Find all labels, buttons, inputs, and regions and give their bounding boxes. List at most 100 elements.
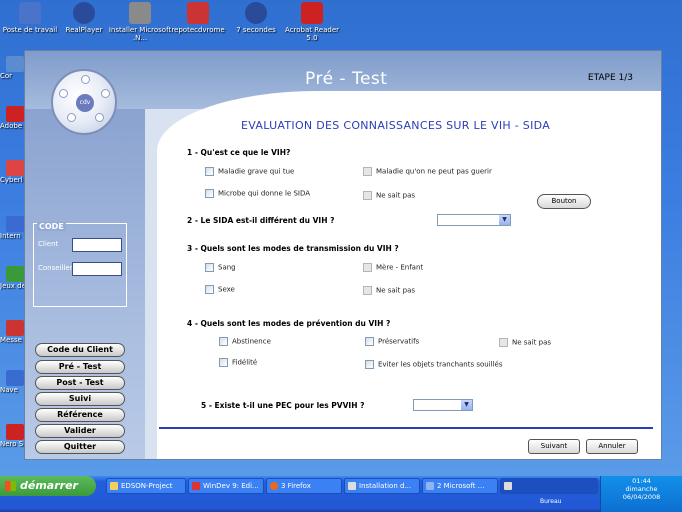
quick-launch[interactable]: Bureau [540, 498, 561, 505]
option-label: Ne sait pas [512, 338, 551, 347]
q1-option[interactable]: Maladie qu'on ne peut pas guerir [363, 167, 492, 176]
desktop-icon-label: Acrobat Reader 5.0 [285, 26, 339, 42]
computer-icon [19, 2, 41, 24]
installer-icon [129, 2, 151, 24]
q4-option[interactable]: Abstinence [219, 337, 271, 346]
annuler-button[interactable]: Annuler [586, 439, 638, 454]
question-5: 5 - Existe t-il une PEC pour les PVVIH ? [201, 401, 365, 410]
nav-pre-test-button[interactable]: Pré - Test [35, 360, 125, 374]
desktop-icon-left[interactable]: Adobe [0, 106, 26, 130]
taskbar-item[interactable]: 2 Microsoft ... [422, 478, 498, 494]
q4-option[interactable]: Ne sait pas [499, 338, 551, 347]
code-legend: CODE [37, 222, 66, 231]
client-field[interactable] [72, 238, 122, 252]
desktop-icon-label: Intern [0, 232, 21, 240]
desktop-icon-left[interactable]: Intern [0, 216, 26, 240]
taskbar-item[interactable]: Installation d... [344, 478, 420, 494]
checkbox[interactable] [219, 358, 228, 367]
q3-option[interactable]: Mère - Enfant [363, 263, 423, 272]
logo-dot [59, 89, 68, 98]
step-indicator: ETAPE 1/3 [587, 73, 633, 83]
desktop-icon-label: Nave [0, 386, 18, 394]
q1-option[interactable]: Ne sait pas [363, 191, 415, 200]
checkbox[interactable] [205, 263, 214, 272]
nav-quitter-button[interactable]: Quitter [35, 440, 125, 454]
q3-option[interactable]: Sexe [205, 285, 235, 294]
start-label: démarrer [20, 479, 78, 492]
checkbox[interactable] [363, 286, 372, 295]
q3-option[interactable]: Sang [205, 263, 236, 272]
desktop-icon-repotec[interactable]: repotecdvrome [166, 2, 230, 34]
realplayer-icon [73, 2, 95, 24]
suivant-button[interactable]: Suivant [528, 439, 580, 454]
desktop-icon-left[interactable]: Cor [0, 56, 26, 80]
conseiller-field[interactable] [72, 262, 122, 276]
cdv-logo: cdv [51, 69, 117, 135]
checkbox[interactable] [365, 360, 374, 369]
chevron-down-icon[interactable]: ▼ [461, 400, 472, 410]
desktop-icon-7secondes[interactable]: 7 secondes [224, 2, 288, 34]
checkbox[interactable] [365, 337, 374, 346]
desktop-icon-label: repotecdvrome [171, 26, 225, 34]
start-button[interactable]: démarrer [0, 476, 96, 496]
nav-suivi-button[interactable]: Suivi [35, 392, 125, 406]
installer-icon [348, 482, 356, 490]
checkbox[interactable] [219, 337, 228, 346]
q5-dropdown[interactable]: ▼ [413, 399, 473, 411]
nav-code-client-button[interactable]: Code du Client [35, 343, 125, 357]
q1-option[interactable]: Maladie grave qui tue [205, 167, 294, 176]
messenger-icon [6, 320, 24, 336]
desktop-icon-left[interactable]: Messe Instan [0, 320, 26, 344]
nav-post-test-button[interactable]: Post - Test [35, 376, 125, 390]
checkbox[interactable] [499, 338, 508, 347]
desktop-icon-left[interactable]: Jeux de [0, 266, 26, 290]
q3-option[interactable]: Ne sait pas [363, 286, 415, 295]
q2-dropdown[interactable]: ▼ [437, 214, 511, 226]
option-label: Ne sait pas [376, 286, 415, 295]
q4-option[interactable]: Fidélité [219, 358, 257, 367]
realplayer-icon [245, 2, 267, 24]
desktop-icon-installer[interactable]: Installer Microsoft .N... [108, 2, 172, 42]
checkbox[interactable] [205, 167, 214, 176]
q4-option[interactable]: Eviter les objets tranchants souillés [365, 360, 503, 369]
desktop-icon-label: Nero S [0, 440, 24, 448]
form-heading: EVALUATION DES CONNAISSANCES SUR LE VIH … [241, 119, 551, 132]
question-2: 2 - Le SIDA est-il différent du VIH ? [187, 216, 335, 225]
client-label: Client [38, 240, 59, 248]
task-label: 3 Firefox [281, 482, 311, 490]
logo-dot [81, 75, 90, 84]
nav-reference-button[interactable]: Référence [35, 408, 125, 422]
option-label: Maladie grave qui tue [218, 167, 295, 176]
conseiller-label: Conseiller [38, 264, 73, 272]
q1-option[interactable]: Microbe qui donne le SIDA [205, 189, 310, 198]
checkbox[interactable] [205, 285, 214, 294]
computer-icon [6, 56, 24, 72]
taskbar-item[interactable]: 3 Firefox [266, 478, 342, 494]
checkbox[interactable] [363, 263, 372, 272]
taskbar-item[interactable]: WinDev 9: Edi... [188, 478, 264, 494]
checkbox[interactable] [205, 189, 214, 198]
desktop-icon-left[interactable]: Nave [0, 370, 26, 394]
logo-dot [101, 89, 110, 98]
pretest-window: Pré - Test ETAPE 1/3 CODE Client Conseil… [24, 50, 662, 460]
quick-launch-label: Bureau [540, 498, 562, 505]
desktop-icon-realplayer[interactable]: RealPlayer [52, 2, 116, 34]
desktop-icon-left[interactable]: Cyberl Sol [0, 160, 26, 184]
option-label: Fidélité [232, 358, 258, 367]
adobe-icon [6, 106, 24, 122]
q4-option[interactable]: Préservatifs [365, 337, 419, 346]
desktop-icon-acrobat[interactable]: Acrobat Reader 5.0 [280, 2, 344, 42]
desktop-icon-left[interactable]: Nero S [0, 424, 26, 448]
checkbox[interactable] [363, 191, 372, 200]
chevron-down-icon[interactable]: ▼ [499, 215, 510, 225]
question-1: 1 - Qu'est ce que le VIH? [187, 148, 291, 157]
clock-time: 01:44 [632, 477, 651, 485]
checkbox[interactable] [363, 167, 372, 176]
taskbar-item-active[interactable] [500, 478, 598, 494]
option-label: Eviter les objets tranchants souillés [378, 360, 503, 369]
nav-valider-button[interactable]: Valider [35, 424, 125, 438]
task-label: WinDev 9: Edi... [203, 482, 259, 490]
taskbar-item[interactable]: EDSON-Project [106, 478, 186, 494]
bouton-button[interactable]: Bouton [537, 194, 591, 209]
window-icon [426, 482, 434, 490]
